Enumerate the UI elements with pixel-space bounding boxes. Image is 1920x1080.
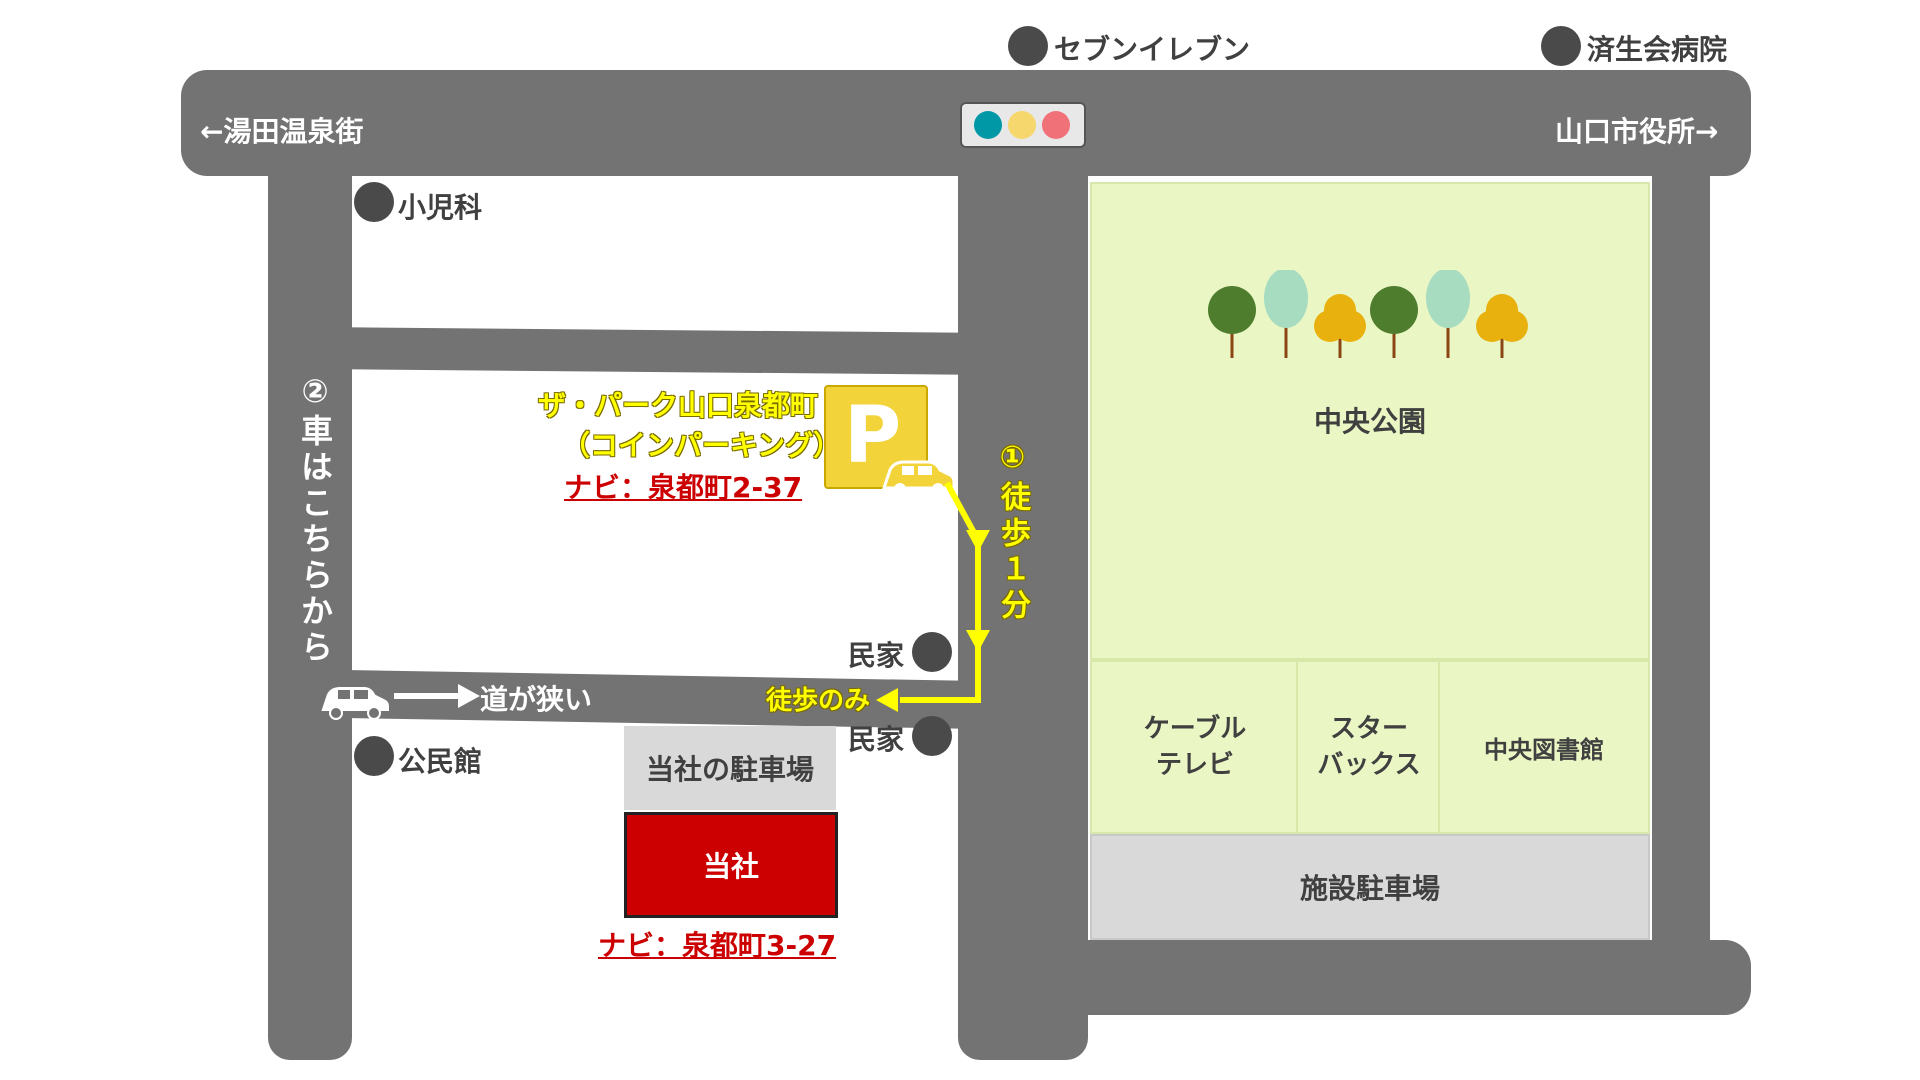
private-house-2-label: 民家 xyxy=(848,723,905,756)
starbucks-label-line1: スター xyxy=(1329,714,1408,744)
central-park[interactable]: 中央公園 xyxy=(1090,182,1650,660)
community-hall-marker-icon xyxy=(354,736,394,776)
direction-arrow-icon xyxy=(394,684,480,708)
company-navi-address[interactable]: ナビ：泉都町3-27 xyxy=(598,924,836,964)
walk-time-label: ①徒歩１分 xyxy=(995,440,1030,625)
walk-only-label: 徒歩のみ xyxy=(766,686,871,716)
trees-icon xyxy=(1208,270,1528,358)
starbucks-building[interactable]: スター バックス xyxy=(1296,660,1442,834)
cable-tv-label-line2: テレビ xyxy=(1155,750,1234,780)
narrow-road-label: 道が狭い xyxy=(480,683,593,716)
private-house-1-label: 民家 xyxy=(848,639,905,672)
company-parking[interactable]: 当社の駐車場 xyxy=(624,726,836,810)
facility-parking[interactable]: 施設駐車場 xyxy=(1090,834,1650,940)
private-house-1-marker-icon xyxy=(912,632,952,672)
private-house-2-marker-icon xyxy=(912,716,952,756)
central-park-label: 中央公園 xyxy=(1313,405,1426,438)
car-icon xyxy=(318,685,391,720)
library-building[interactable]: 中央図書館 xyxy=(1438,660,1650,834)
community-hall-label: 公民館 xyxy=(398,745,483,778)
starbucks-label-line2: バックス xyxy=(1317,750,1421,780)
company-building[interactable]: 当社 xyxy=(624,812,838,918)
cable-tv-label-line1: ケーブル xyxy=(1143,714,1247,744)
cable-tv-building[interactable]: ケーブル テレビ xyxy=(1090,660,1300,834)
